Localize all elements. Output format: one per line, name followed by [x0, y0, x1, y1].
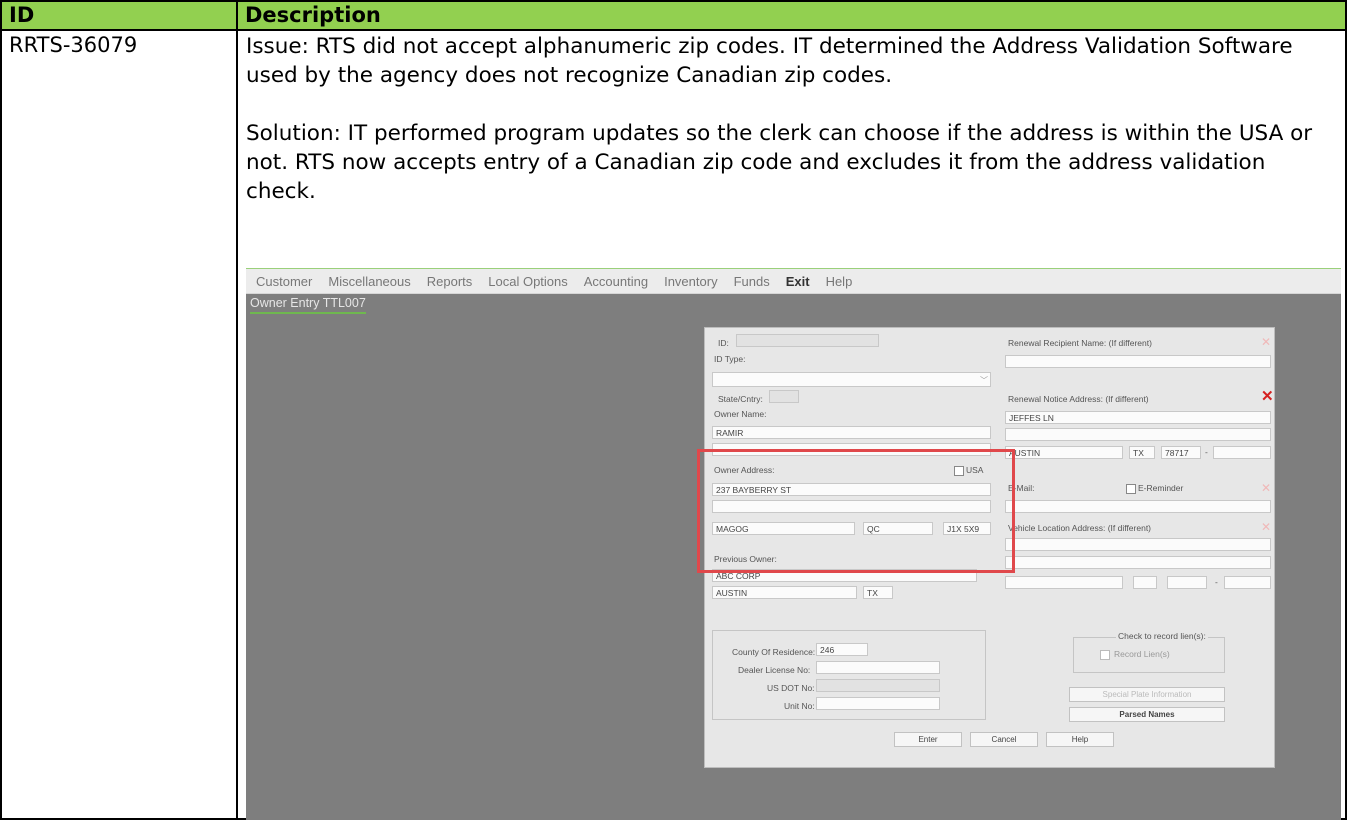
email-field[interactable] [1005, 500, 1271, 513]
close-icon[interactable]: ✕ [1261, 482, 1271, 494]
unit-no-label: Unit No: [784, 701, 815, 711]
previous-owner-state-field[interactable]: TX [863, 586, 893, 599]
owner-address-highlight [697, 449, 1015, 573]
solution-text: Solution: IT performed program updates s… [246, 121, 1313, 204]
ticket-id: RRTS-36079 [0, 29, 238, 820]
county-field[interactable]: 246 [816, 643, 868, 656]
previous-owner-city-field[interactable]: AUSTIN [712, 586, 857, 599]
us-dot-field[interactable] [816, 679, 940, 692]
vehicle-city-field[interactable] [1005, 576, 1123, 589]
enter-button[interactable]: Enter [894, 732, 962, 747]
renewal-street-field[interactable]: JEFFES LN [1005, 411, 1271, 424]
record-liens-label: Record Lien(s) [1114, 649, 1170, 659]
issue-text: Issue: RTS did not accept alphanumeric z… [246, 34, 1293, 88]
screen-title-bar: Owner Entry TTL007 [246, 294, 1341, 316]
menu-bar: Customer Miscellaneous Reports Local Opt… [246, 268, 1341, 294]
id-label: ID: [718, 338, 729, 348]
screen-title: Owner Entry TTL007 [250, 296, 366, 314]
menu-miscellaneous[interactable]: Miscellaneous [328, 274, 410, 289]
vehicle-zip-field[interactable] [1167, 576, 1207, 589]
renewal-state-field[interactable]: TX [1129, 446, 1155, 459]
id-field[interactable] [736, 334, 879, 347]
clear-address-icon[interactable]: ✕ [1261, 389, 1274, 404]
state-country-label: State/Cntry: [718, 394, 763, 404]
zip-dash-2: - [1215, 577, 1218, 587]
renewal-zip-field[interactable]: 78717 [1161, 446, 1201, 459]
ereminder-checkbox[interactable] [1126, 484, 1136, 494]
menu-reports[interactable]: Reports [427, 274, 473, 289]
menu-customer[interactable]: Customer [256, 274, 312, 289]
close-icon[interactable]: ✕ [1261, 336, 1271, 348]
header-description: Description [236, 0, 1347, 31]
header-id: ID [0, 0, 238, 31]
close-icon[interactable]: ✕ [1261, 521, 1271, 533]
renewal-recipient-field[interactable] [1005, 355, 1271, 368]
special-plate-button[interactable]: Special Plate Information [1069, 687, 1225, 702]
app-screenshot: Customer Miscellaneous Reports Local Opt… [246, 268, 1341, 820]
lien-group-label: Check to record lien(s): [1116, 631, 1208, 641]
id-type-label: ID Type: [714, 354, 746, 364]
renewal-recipient-label: Renewal Recipient Name: (If different) [1008, 338, 1152, 348]
vehicle-zip4-field[interactable] [1224, 576, 1271, 589]
owner-name-field[interactable]: RAMIR [712, 426, 991, 439]
table-header-row: ID Description [0, 0, 1347, 31]
vehicle-street-field-2[interactable] [1005, 556, 1271, 569]
county-label: County Of Residence: [732, 647, 816, 657]
dealer-license-label: Dealer License No: [738, 665, 811, 675]
chevron-down-icon: ﹀ [980, 376, 988, 385]
parsed-names-button[interactable]: Parsed Names [1069, 707, 1225, 722]
renewal-street-field-2[interactable] [1005, 428, 1271, 441]
description-text: Issue: RTS did not accept alphanumeric z… [238, 32, 1345, 206]
menu-help[interactable]: Help [826, 274, 853, 289]
zip-dash-1: - [1205, 447, 1208, 457]
cancel-button[interactable]: Cancel [970, 732, 1038, 747]
renewal-city-field[interactable]: AUSTIN [1005, 446, 1123, 459]
ereminder-label: E-Reminder [1138, 483, 1184, 493]
owner-name-label: Owner Name: [714, 409, 767, 419]
vehicle-street-field[interactable] [1005, 538, 1271, 551]
menu-funds[interactable]: Funds [734, 274, 770, 289]
renewal-notice-label: Renewal Notice Address: (If different) [1008, 394, 1149, 404]
state-country-field[interactable] [769, 390, 799, 403]
menu-exit[interactable]: Exit [786, 274, 810, 289]
menu-inventory[interactable]: Inventory [664, 274, 717, 289]
dealer-license-field[interactable] [816, 661, 940, 674]
menu-local-options[interactable]: Local Options [488, 274, 568, 289]
renewal-zip4-field[interactable] [1213, 446, 1271, 459]
help-button[interactable]: Help [1046, 732, 1114, 747]
id-type-select[interactable]: ﹀ [712, 372, 991, 387]
vehicle-location-label: Vehicle Location Address: (If different) [1008, 523, 1152, 533]
vehicle-state-field[interactable] [1133, 576, 1157, 589]
unit-no-field[interactable] [816, 697, 940, 710]
us-dot-label: US DOT No: [767, 683, 815, 693]
record-liens-checkbox[interactable] [1100, 650, 1110, 660]
menu-accounting[interactable]: Accounting [584, 274, 648, 289]
